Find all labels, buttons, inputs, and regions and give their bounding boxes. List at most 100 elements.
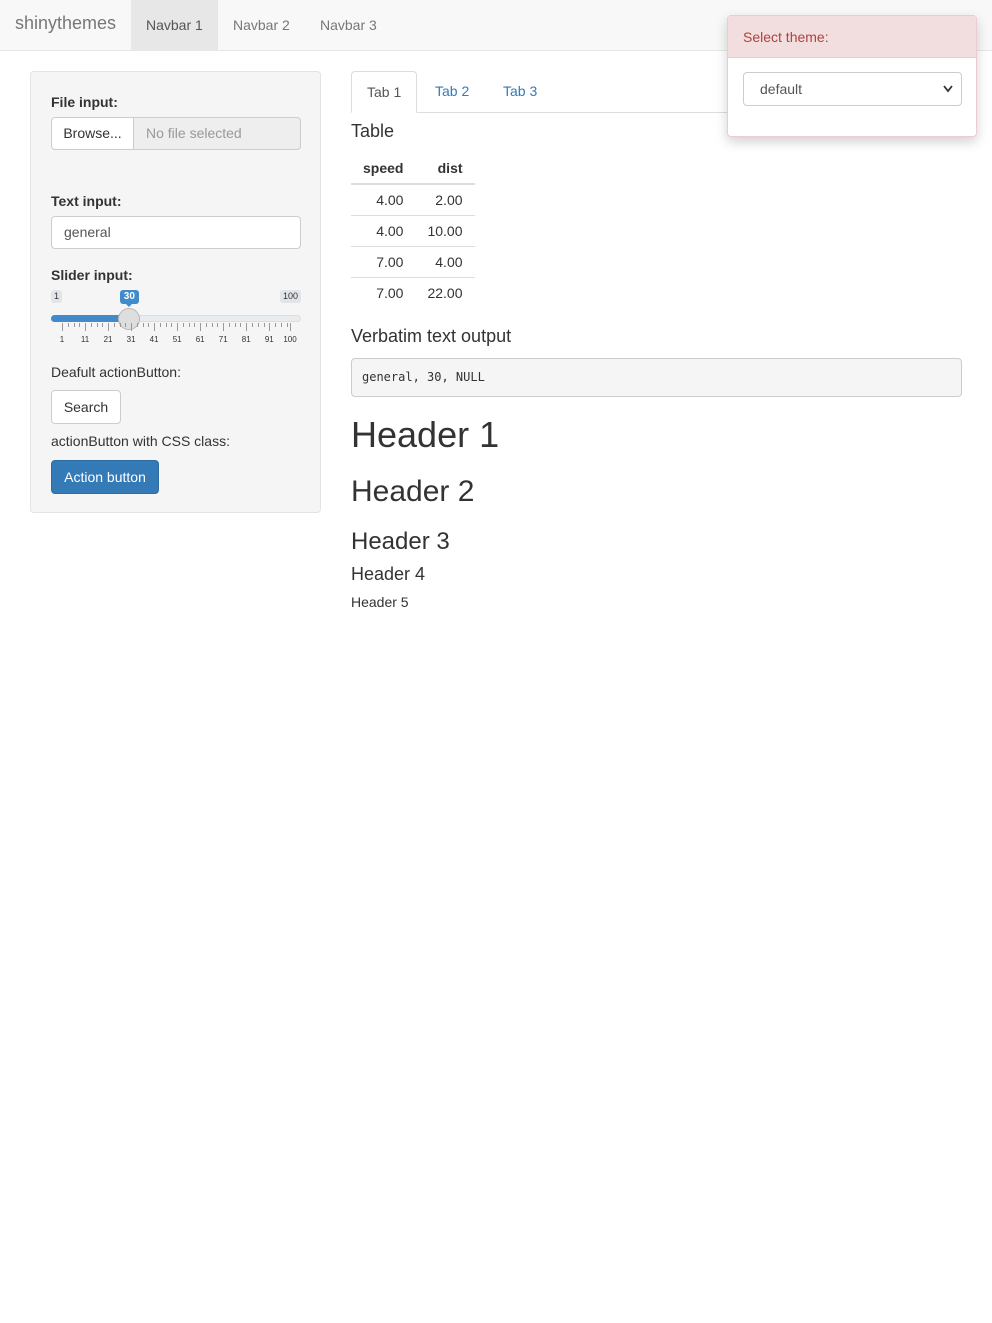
verbatim-output: general, 30, NULL <box>351 358 962 397</box>
slider-tick <box>171 323 173 327</box>
slider-tick <box>165 323 167 327</box>
slider-tick <box>67 323 69 327</box>
table-cell: 7.00 <box>351 276 416 308</box>
slider-tick <box>159 323 161 327</box>
file-name-field[interactable]: No file selected <box>134 117 301 150</box>
slider-tick <box>234 323 236 327</box>
slider-tick <box>136 323 138 327</box>
slider-major-tick <box>108 323 110 331</box>
slider-tick <box>73 323 75 327</box>
css-button-caption: actionButton with CSS class: <box>51 433 230 449</box>
theme-select-value: default <box>760 81 803 97</box>
slider-major-tick <box>223 323 225 331</box>
slider-input[interactable]: 1 100 30 1 11 21 31 41 51 61 71 81 91 100 <box>51 290 301 350</box>
slider-tick <box>90 323 92 327</box>
slider-tick <box>96 323 98 327</box>
tab-1[interactable]: Tab 1 <box>351 71 418 113</box>
slider-major-tick <box>131 323 133 331</box>
file-input: Browse... No file selected <box>51 117 301 150</box>
table-cell: 10.00 <box>415 214 475 246</box>
table-cell: 2.00 <box>415 183 475 215</box>
slider-major-tick <box>62 323 63 331</box>
slider-tick <box>217 323 219 327</box>
slider-tick-label: 71 <box>218 335 228 344</box>
text-input-label: Text input: <box>51 193 122 209</box>
table-heading: Table <box>351 121 395 141</box>
action-button[interactable]: Action button <box>51 460 159 494</box>
table-cell: 4.00 <box>351 183 416 215</box>
nav-item-navbar-3[interactable]: Navbar 3 <box>305 0 392 50</box>
slider-tick-label: 41 <box>149 335 159 344</box>
table-row: 4.00 10.00 <box>351 214 475 246</box>
nav-item-navbar-2[interactable]: Navbar 2 <box>218 0 305 50</box>
table-cell: 4.00 <box>351 214 416 246</box>
slider-tick <box>79 323 81 327</box>
slider-tick <box>182 323 184 327</box>
slider-major-tick <box>154 323 156 331</box>
slider-tick <box>275 323 277 327</box>
text-input[interactable]: general <box>51 216 301 249</box>
default-button-caption: Deafult actionButton: <box>51 364 181 380</box>
file-input-label: File input: <box>51 94 118 110</box>
header-2: Header 2 <box>351 475 475 508</box>
nav-item-navbar-1[interactable]: Navbar 1 <box>131 0 218 50</box>
slider-tick <box>286 323 288 327</box>
table-cell: 4.00 <box>415 245 475 277</box>
slider-tick <box>252 323 253 327</box>
slider-tick <box>142 323 144 327</box>
slider-tick <box>257 323 259 327</box>
slider-tick <box>125 323 127 327</box>
slider-tick-label: 100 <box>283 335 297 344</box>
slider-major-tick <box>269 323 271 331</box>
theme-select[interactable]: default <box>743 72 962 106</box>
slider-major-tick <box>85 323 87 331</box>
header-4: Header 4 <box>351 564 426 584</box>
slider-tick-label: 11 <box>80 335 90 344</box>
table-cell: 22.00 <box>415 276 475 308</box>
slider-tick-label: 31 <box>126 335 136 344</box>
slider-major-tick <box>200 323 202 331</box>
slider-major-tick <box>177 323 179 331</box>
verbatim-heading: Verbatim text output <box>351 326 512 346</box>
tab-2[interactable]: Tab 2 <box>420 71 484 113</box>
data-table: speed dist 4.00 2.00 4.00 10.00 7.00 4.0… <box>351 153 475 308</box>
header-3: Header 3 <box>351 528 450 555</box>
slider-tick <box>102 323 104 327</box>
sidebar-panel: File input: Browse... No file selected T… <box>30 71 321 513</box>
table-row: 7.00 4.00 <box>351 245 475 277</box>
slider-value-label: 30 <box>119 290 139 307</box>
slider-tick <box>228 323 230 327</box>
slider-max-label: 100 <box>279 290 301 303</box>
slider-tick-label: 1 <box>59 335 65 344</box>
slider-tick-label: 91 <box>264 335 274 344</box>
slider-min-label: 1 <box>51 290 63 303</box>
slider-tick <box>194 323 196 327</box>
slider-tick <box>205 323 207 327</box>
column-header-dist: dist <box>415 153 475 185</box>
slider-tick <box>148 323 150 327</box>
slider-tick <box>211 323 213 327</box>
slider-tick-label: 21 <box>103 335 113 344</box>
slider-tick <box>240 323 242 327</box>
browse-button[interactable]: Browse... <box>51 117 134 150</box>
column-header-speed: speed <box>351 153 416 185</box>
navbar-brand[interactable]: shinythemes <box>15 13 116 34</box>
header-1: Header 1 <box>351 414 500 455</box>
slider-tick-label: 61 <box>195 335 205 344</box>
theme-selector-title: Select theme: <box>728 16 976 58</box>
tab-3[interactable]: Tab 3 <box>488 71 552 113</box>
slider-tick-label: 51 <box>172 335 182 344</box>
search-button[interactable]: Search <box>51 390 121 424</box>
table-cell: 7.00 <box>351 245 416 277</box>
slider-tick <box>280 323 282 327</box>
slider-tick <box>113 323 115 327</box>
slider-major-tick <box>290 323 291 331</box>
table-row: 4.00 2.00 <box>351 183 475 215</box>
slider-tick <box>188 323 190 327</box>
slider-input-label: Slider input: <box>51 267 133 283</box>
slider-major-tick <box>246 323 248 331</box>
slider-tick <box>263 323 265 327</box>
header-5: Header 5 <box>351 594 409 610</box>
chevron-down-icon <box>943 73 953 117</box>
table-row: 7.00 22.00 <box>351 276 475 308</box>
